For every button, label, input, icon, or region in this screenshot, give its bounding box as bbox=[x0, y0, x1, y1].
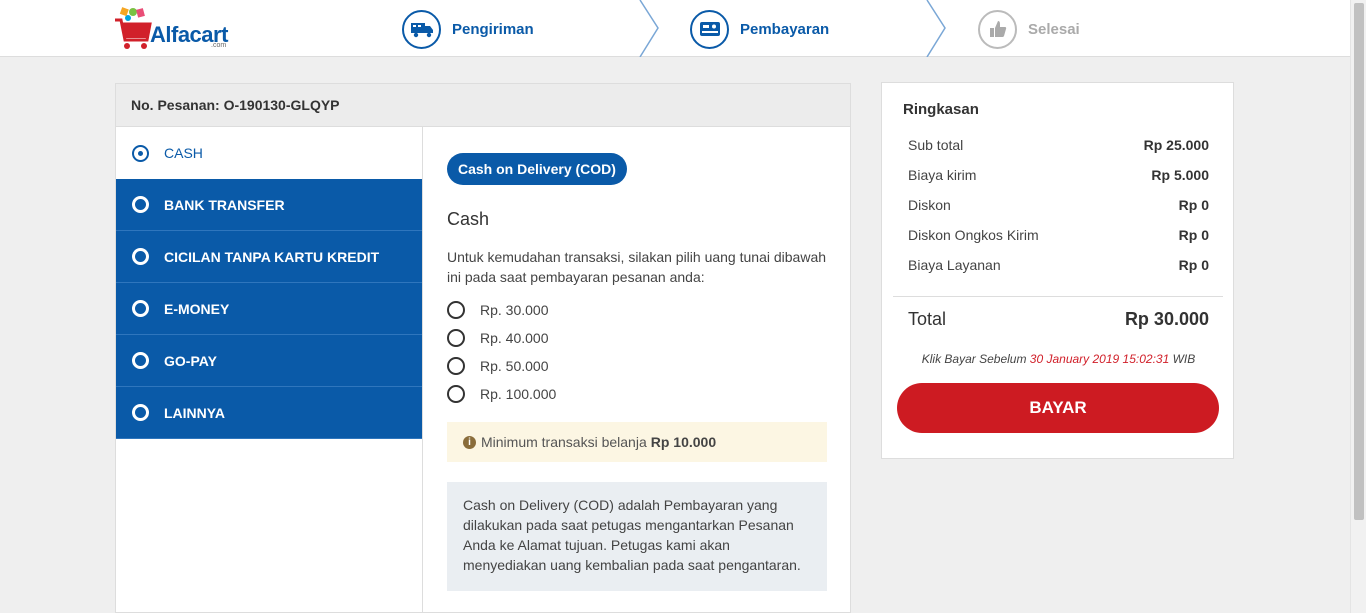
radio-icon bbox=[132, 352, 149, 369]
radio-icon bbox=[132, 404, 149, 421]
card-icon bbox=[690, 9, 729, 49]
row-value: Rp 5.000 bbox=[1151, 167, 1209, 183]
method-label: GO-PAY bbox=[164, 352, 217, 369]
amount-option[interactable]: Rp. 100.000 bbox=[447, 380, 827, 408]
amount-option[interactable]: Rp. 50.000 bbox=[447, 352, 827, 380]
method-label: CICILAN TANPA KARTU KREDIT bbox=[164, 248, 380, 265]
deadline-date: 30 January 2019 15:02:31 bbox=[1029, 352, 1170, 366]
method-lainnya[interactable]: LAINNYA bbox=[116, 387, 422, 439]
deadline-suffix: WIB bbox=[1172, 352, 1196, 366]
radio-icon bbox=[447, 301, 465, 319]
row-label: Biaya kirim bbox=[908, 167, 977, 183]
method-cash[interactable]: CASH bbox=[116, 127, 422, 179]
amount-label: Rp. 40.000 bbox=[480, 330, 549, 346]
step-label: Pengiriman bbox=[452, 20, 534, 38]
min-value: Rp 10.000 bbox=[650, 434, 717, 450]
payment-panel: No. Pesanan: O-190130-GLQYP CASH BANK TR… bbox=[115, 83, 851, 613]
radio-icon bbox=[132, 196, 149, 213]
cash-title: Cash bbox=[447, 209, 490, 229]
row-label: Diskon bbox=[908, 197, 951, 213]
step-pengiriman: Pengiriman bbox=[402, 9, 534, 49]
row-label: Sub total bbox=[908, 137, 964, 153]
radio-icon bbox=[132, 248, 149, 265]
summary-rows: Sub total Rp 25.000 Biaya kirim Rp 5.000… bbox=[908, 130, 1209, 280]
page-scrollbar[interactable] bbox=[1350, 0, 1366, 613]
step-selesai: Selesai bbox=[978, 9, 1080, 49]
deadline-prefix: Klik Bayar Sebelum bbox=[921, 352, 1027, 366]
amount-label: Rp. 50.000 bbox=[480, 358, 549, 374]
alfacart-logo[interactable]: Alfacart .com bbox=[113, 6, 233, 52]
payment-method-list: CASH BANK TRANSFER CICILAN TANPA KARTU K… bbox=[116, 127, 422, 439]
summary-row: Biaya Layanan Rp 0 bbox=[908, 250, 1209, 280]
summary-row: Sub total Rp 25.000 bbox=[908, 130, 1209, 160]
cod-info: Cash on Delivery (COD) adalah Pembayaran… bbox=[447, 482, 827, 591]
pay-button[interactable]: BAYAR bbox=[897, 383, 1219, 433]
cart-logo-icon bbox=[115, 7, 152, 49]
step-label: Selesai bbox=[1028, 20, 1080, 38]
summary-row: Biaya kirim Rp 5.000 bbox=[908, 160, 1209, 190]
payment-deadline: Klik Bayar Sebelum 30 January 2019 15:02… bbox=[882, 352, 1235, 366]
cash-detail: Cash on Delivery (COD) Cash Untuk kemuda… bbox=[447, 153, 827, 591]
method-label: E-MONEY bbox=[164, 300, 230, 317]
summary-row: Diskon Rp 0 bbox=[908, 190, 1209, 220]
cod-tab-pill[interactable]: Cash on Delivery (COD) bbox=[447, 153, 627, 185]
radio-selected-icon bbox=[132, 144, 149, 162]
total-row: Total Rp 30.000 bbox=[908, 305, 1209, 333]
order-number: No. Pesanan: O-190130-GLQYP bbox=[116, 84, 850, 127]
method-go-pay[interactable]: GO-PAY bbox=[116, 335, 422, 387]
step-pembayaran: Pembayaran bbox=[690, 9, 830, 49]
row-value: Rp 0 bbox=[1178, 197, 1209, 213]
minimum-transaction-notice: i Minimum transaksi belanja Rp 10.000 bbox=[447, 422, 827, 462]
summary-title: Ringkasan bbox=[903, 101, 979, 118]
min-text: Minimum transaksi belanja bbox=[481, 434, 647, 450]
radio-icon bbox=[447, 357, 465, 375]
row-label: Biaya Layanan bbox=[908, 257, 1001, 273]
thumbs-up-icon bbox=[978, 9, 1017, 49]
radio-icon bbox=[132, 300, 149, 317]
row-value: Rp 0 bbox=[1178, 227, 1209, 243]
order-summary: Ringkasan Sub total Rp 25.000 Biaya kiri… bbox=[881, 82, 1234, 459]
amount-label: Rp. 100.000 bbox=[480, 386, 557, 402]
cash-description: Untuk kemudahan transaksi, silakan pilih… bbox=[447, 249, 827, 285]
divider bbox=[422, 127, 423, 613]
amount-option[interactable]: Rp. 30.000 bbox=[447, 296, 827, 324]
row-value: Rp 0 bbox=[1178, 257, 1209, 273]
radio-icon bbox=[447, 329, 465, 347]
method-label: BANK TRANSFER bbox=[164, 196, 285, 213]
step-label: Pembayaran bbox=[740, 20, 830, 38]
row-value: Rp 25.000 bbox=[1143, 137, 1209, 153]
truck-icon bbox=[402, 9, 441, 49]
method-label: LAINNYA bbox=[164, 404, 225, 421]
chevron-right-icon bbox=[639, 0, 659, 57]
info-icon: i bbox=[463, 435, 476, 449]
cash-amount-options: Rp. 30.000 Rp. 40.000 Rp. 50.000 Rp. 100… bbox=[447, 296, 827, 408]
summary-divider bbox=[893, 296, 1223, 297]
total-label: Total bbox=[908, 308, 947, 329]
method-bank-transfer[interactable]: BANK TRANSFER bbox=[116, 179, 422, 231]
chevron-right-icon bbox=[926, 0, 946, 57]
method-e-money[interactable]: E-MONEY bbox=[116, 283, 422, 335]
row-label: Diskon Ongkos Kirim bbox=[908, 227, 1039, 243]
amount-label: Rp. 30.000 bbox=[480, 302, 549, 318]
header: Alfacart .com Pengiriman Pembayaran Sele… bbox=[0, 0, 1350, 57]
method-cicilan[interactable]: CICILAN TANPA KARTU KREDIT bbox=[116, 231, 422, 283]
brand-sub: .com bbox=[211, 42, 227, 49]
total-value: Rp 30.000 bbox=[1124, 308, 1209, 329]
amount-option[interactable]: Rp. 40.000 bbox=[447, 324, 827, 352]
summary-row: Diskon Ongkos Kirim Rp 0 bbox=[908, 220, 1209, 250]
scrollbar-thumb[interactable] bbox=[1354, 3, 1364, 520]
method-label: CASH bbox=[164, 145, 203, 161]
radio-icon bbox=[447, 385, 465, 403]
